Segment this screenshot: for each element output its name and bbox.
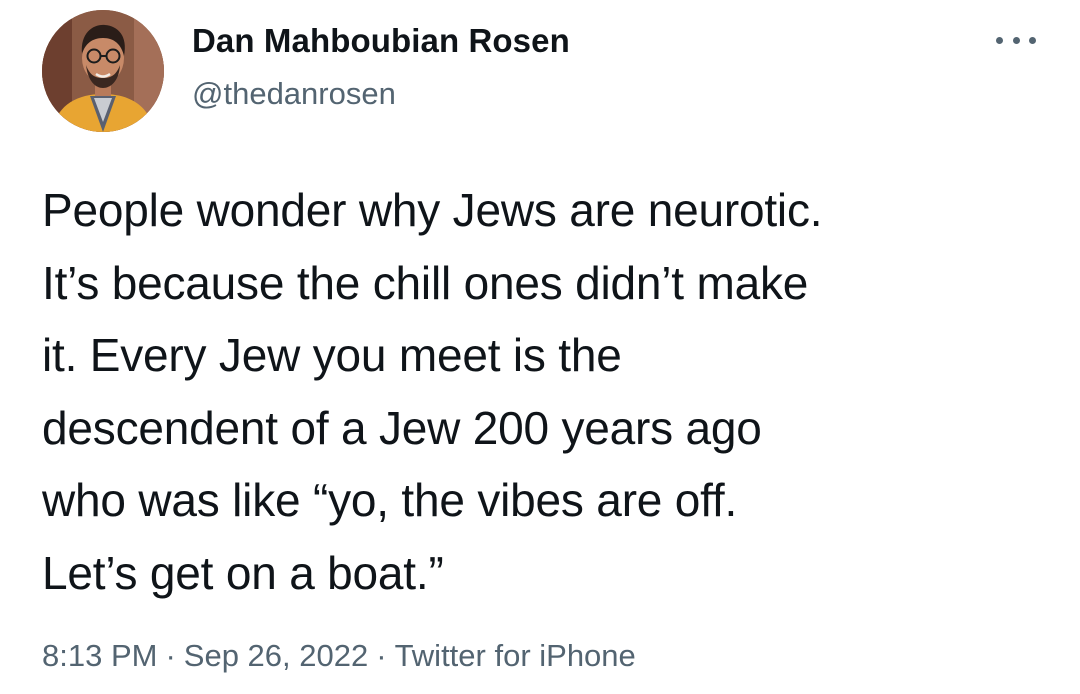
author-handle[interactable]: @thedanrosen (192, 76, 396, 112)
author-avatar[interactable] (42, 10, 164, 132)
more-dot (1012, 36, 1020, 44)
meta-separator: · (376, 638, 387, 673)
tweet-text: People wonder why Jews are neurotic. It’… (42, 184, 823, 599)
tweet-source[interactable]: Twitter for iPhone (395, 638, 636, 673)
more-horizontal-icon[interactable] (996, 28, 1036, 52)
tweet-metadata: 8:13 PM · Sep 26, 2022 · Twitter for iPhone (42, 638, 636, 674)
tweet: Dan Mahboubian Rosen @thedanrosen People… (0, 0, 1080, 694)
tweet-time[interactable]: 8:13 PM (42, 638, 157, 673)
meta-separator: · (165, 638, 176, 673)
tweet-date[interactable]: Sep 26, 2022 (184, 638, 368, 673)
more-dot (1029, 36, 1036, 44)
avatar-photo (42, 10, 164, 132)
author-name[interactable]: Dan Mahboubian Rosen (192, 22, 570, 60)
more-dot (996, 36, 1003, 44)
